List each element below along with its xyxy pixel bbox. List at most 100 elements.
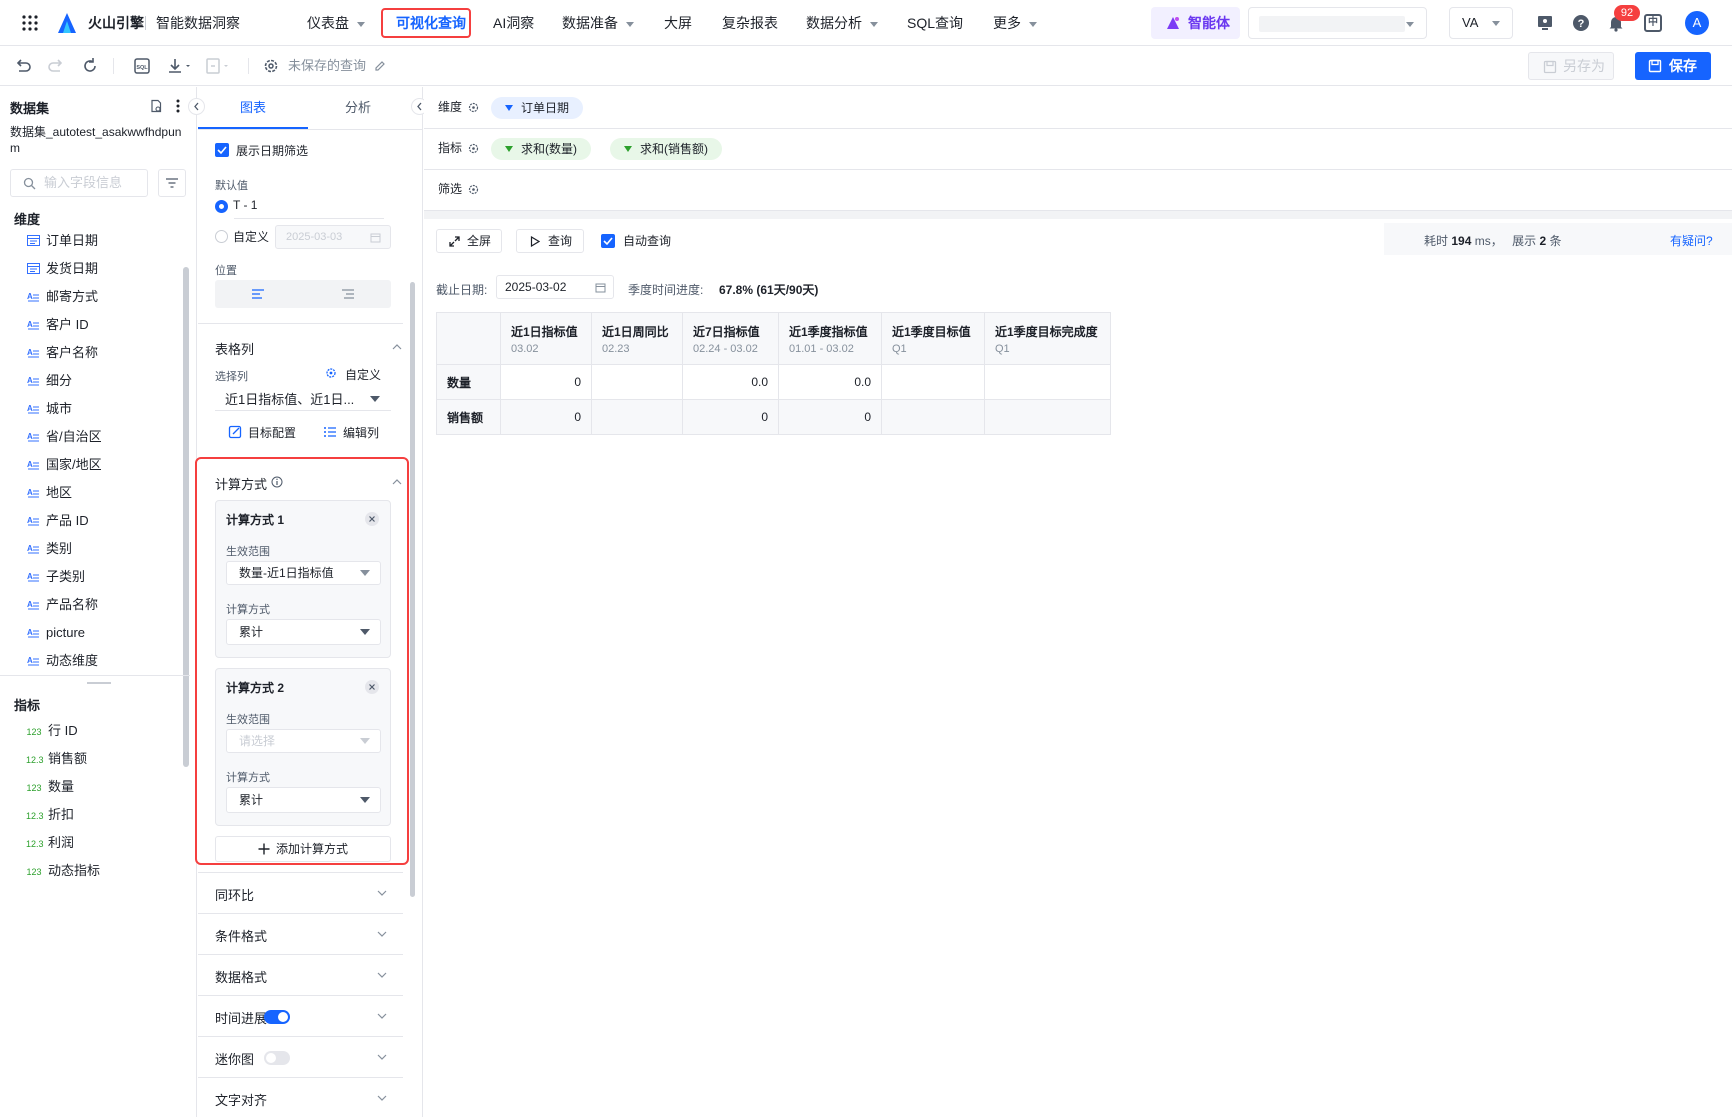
scope-select[interactable]: 数量-近1日指标值 xyxy=(226,561,381,585)
dimension-field[interactable]: A 省/自治区 xyxy=(26,427,102,447)
refresh-icon[interactable] xyxy=(80,56,100,76)
table-header-cell[interactable]: 近1季度目标完成度 Q1 xyxy=(984,312,1111,365)
nav-more[interactable]: 更多 xyxy=(993,0,1037,46)
download-icon[interactable] xyxy=(166,56,196,76)
dimension-field[interactable]: A 邮寄方式 xyxy=(26,287,99,307)
table-cell[interactable]: 0.0 xyxy=(682,364,779,400)
language-icon[interactable]: 中 xyxy=(1644,14,1662,32)
table-cell[interactable]: 0 xyxy=(778,399,882,435)
table-header-cell[interactable]: 近1季度目标值 Q1 xyxy=(881,312,985,365)
metric-pill[interactable]: 求和(数量) xyxy=(491,138,591,160)
radio-custom[interactable] xyxy=(215,230,228,243)
table-header-cell[interactable]: 近1日周同比 02.23 xyxy=(591,312,683,365)
dimension-field[interactable]: A 国家/地区 xyxy=(26,455,102,475)
section-toggle[interactable] xyxy=(264,1051,290,1065)
nav-sql-query[interactable]: SQL查询 xyxy=(907,0,963,46)
dimension-field[interactable]: A 子类别 xyxy=(26,567,86,587)
resize-handle[interactable] xyxy=(87,682,111,684)
agent-button[interactable]: 智能体 xyxy=(1151,7,1240,39)
dimension-field[interactable]: 发货日期 xyxy=(26,259,98,279)
config-section[interactable]: 同环比 xyxy=(198,872,403,913)
edit-pencil-icon[interactable] xyxy=(374,60,386,72)
config-section[interactable]: 数据格式 xyxy=(198,954,403,995)
redo-icon[interactable] xyxy=(46,56,66,76)
radio-t1[interactable] xyxy=(215,200,228,213)
more-vertical-icon[interactable] xyxy=(175,99,181,113)
nav-big-screen[interactable]: 大屏 xyxy=(664,0,692,46)
workspace-select[interactable]: VA xyxy=(1449,7,1513,39)
chevron-up-icon[interactable] xyxy=(392,342,402,352)
table-cell[interactable] xyxy=(591,399,683,435)
filter-button[interactable] xyxy=(158,169,186,197)
dimension-field[interactable]: A 城市 xyxy=(26,399,73,419)
cutoff-date-input[interactable]: 2025-03-02 xyxy=(496,275,614,299)
table-header-cell[interactable]: 近7日指标值 02.24 - 03.02 xyxy=(682,312,779,365)
sql-icon[interactable]: SQL xyxy=(132,56,152,76)
metric-field[interactable]: 12.3 销售额 xyxy=(26,749,87,769)
gear-icon[interactable] xyxy=(468,143,479,154)
avatar[interactable]: A xyxy=(1685,11,1709,35)
close-icon[interactable] xyxy=(365,680,379,694)
scrollbar-thumb[interactable] xyxy=(183,267,189,767)
close-icon[interactable] xyxy=(365,512,379,526)
method-select[interactable]: 累计 xyxy=(226,619,381,645)
config-section[interactable]: 时间进展 xyxy=(198,995,403,1036)
apps-grid-icon[interactable] xyxy=(22,15,38,31)
scrollbar-thumb[interactable] xyxy=(410,282,415,897)
tab-analysis[interactable]: 分析 xyxy=(308,87,408,129)
table-header-cell[interactable]: 近1季度指标值 01.01 - 03.02 xyxy=(778,312,882,365)
config-section[interactable]: 迷你图 xyxy=(198,1036,403,1077)
target-config-button[interactable]: 目标配置 xyxy=(248,424,296,441)
dimension-field[interactable]: A 客户 ID xyxy=(26,315,89,335)
dimension-field[interactable]: 订单日期 xyxy=(26,231,98,251)
metric-field[interactable]: 123 动态指标 xyxy=(26,861,100,881)
undo-icon[interactable] xyxy=(13,56,33,76)
table-cell[interactable]: 0.0 xyxy=(778,364,882,400)
table-cell[interactable]: 0 xyxy=(500,399,592,435)
table-cell[interactable] xyxy=(881,399,985,435)
dimension-field[interactable]: Apicture xyxy=(26,623,86,643)
query-button[interactable]: 查询 xyxy=(516,229,584,253)
metric-field[interactable]: 123 数量 xyxy=(26,777,74,797)
nav-data-prep[interactable]: 数据准备 xyxy=(562,0,634,46)
dimension-field[interactable]: A 动态维度 xyxy=(26,651,99,671)
nav-data-analysis[interactable]: 数据分析 xyxy=(806,0,878,46)
config-section[interactable]: 文字对齐 xyxy=(198,1077,403,1118)
gear-icon[interactable] xyxy=(468,184,479,195)
columns-select[interactable]: 近1日指标值、近1日... xyxy=(215,387,391,411)
table-cell[interactable]: 0 xyxy=(682,399,779,435)
dimension-field[interactable]: A 类别 xyxy=(26,539,73,559)
help-link[interactable]: 有疑问? xyxy=(1670,232,1713,249)
field-search-input[interactable]: 输入字段信息 xyxy=(10,169,148,197)
save-button[interactable]: 保存 xyxy=(1635,52,1711,80)
show-date-filter-checkbox[interactable] xyxy=(215,143,229,157)
edit-columns-button[interactable]: 编辑列 xyxy=(343,424,379,441)
align-left-icon[interactable] xyxy=(251,288,265,300)
fullscreen-button[interactable]: 全屏 xyxy=(436,229,502,253)
metric-field[interactable]: 12.3 利润 xyxy=(26,833,74,853)
gear-icon[interactable] xyxy=(261,56,281,76)
table-header-cell[interactable]: 近1日指标值 03.02 xyxy=(500,312,592,365)
nav-complex-report[interactable]: 复杂报表 xyxy=(722,0,778,46)
custom-columns-link[interactable]: 自定义 xyxy=(345,366,381,383)
scope-select[interactable]: 请选择 xyxy=(226,729,381,753)
metric-field[interactable]: 123 行 ID xyxy=(26,721,77,741)
project-select[interactable] xyxy=(1248,7,1427,39)
dimension-field[interactable]: A 地区 xyxy=(26,483,73,503)
method-select[interactable]: 累计 xyxy=(226,787,381,813)
add-calc-button[interactable]: 添加计算方式 xyxy=(215,836,391,862)
info-icon[interactable] xyxy=(271,476,283,488)
table-cell[interactable] xyxy=(881,364,985,400)
dimension-field[interactable]: A 产品 ID xyxy=(26,511,89,531)
config-section[interactable]: 条件格式 xyxy=(198,913,403,954)
metric-field[interactable]: 12.3 折扣 xyxy=(26,805,74,825)
table-cell[interactable]: 0 xyxy=(500,364,592,400)
section-toggle[interactable] xyxy=(264,1010,290,1024)
align-right-icon[interactable] xyxy=(341,288,355,300)
nav-visual-query[interactable]: 可视化查询 xyxy=(396,0,466,46)
dimension-field[interactable]: A 产品名称 xyxy=(26,595,99,615)
dimension-field[interactable]: A 客户名称 xyxy=(26,343,99,363)
dimension-pill[interactable]: 订单日期 xyxy=(491,97,584,119)
nav-ai-insight[interactable]: AI洞察 xyxy=(493,0,534,46)
dimension-field[interactable]: A 细分 xyxy=(26,371,73,391)
